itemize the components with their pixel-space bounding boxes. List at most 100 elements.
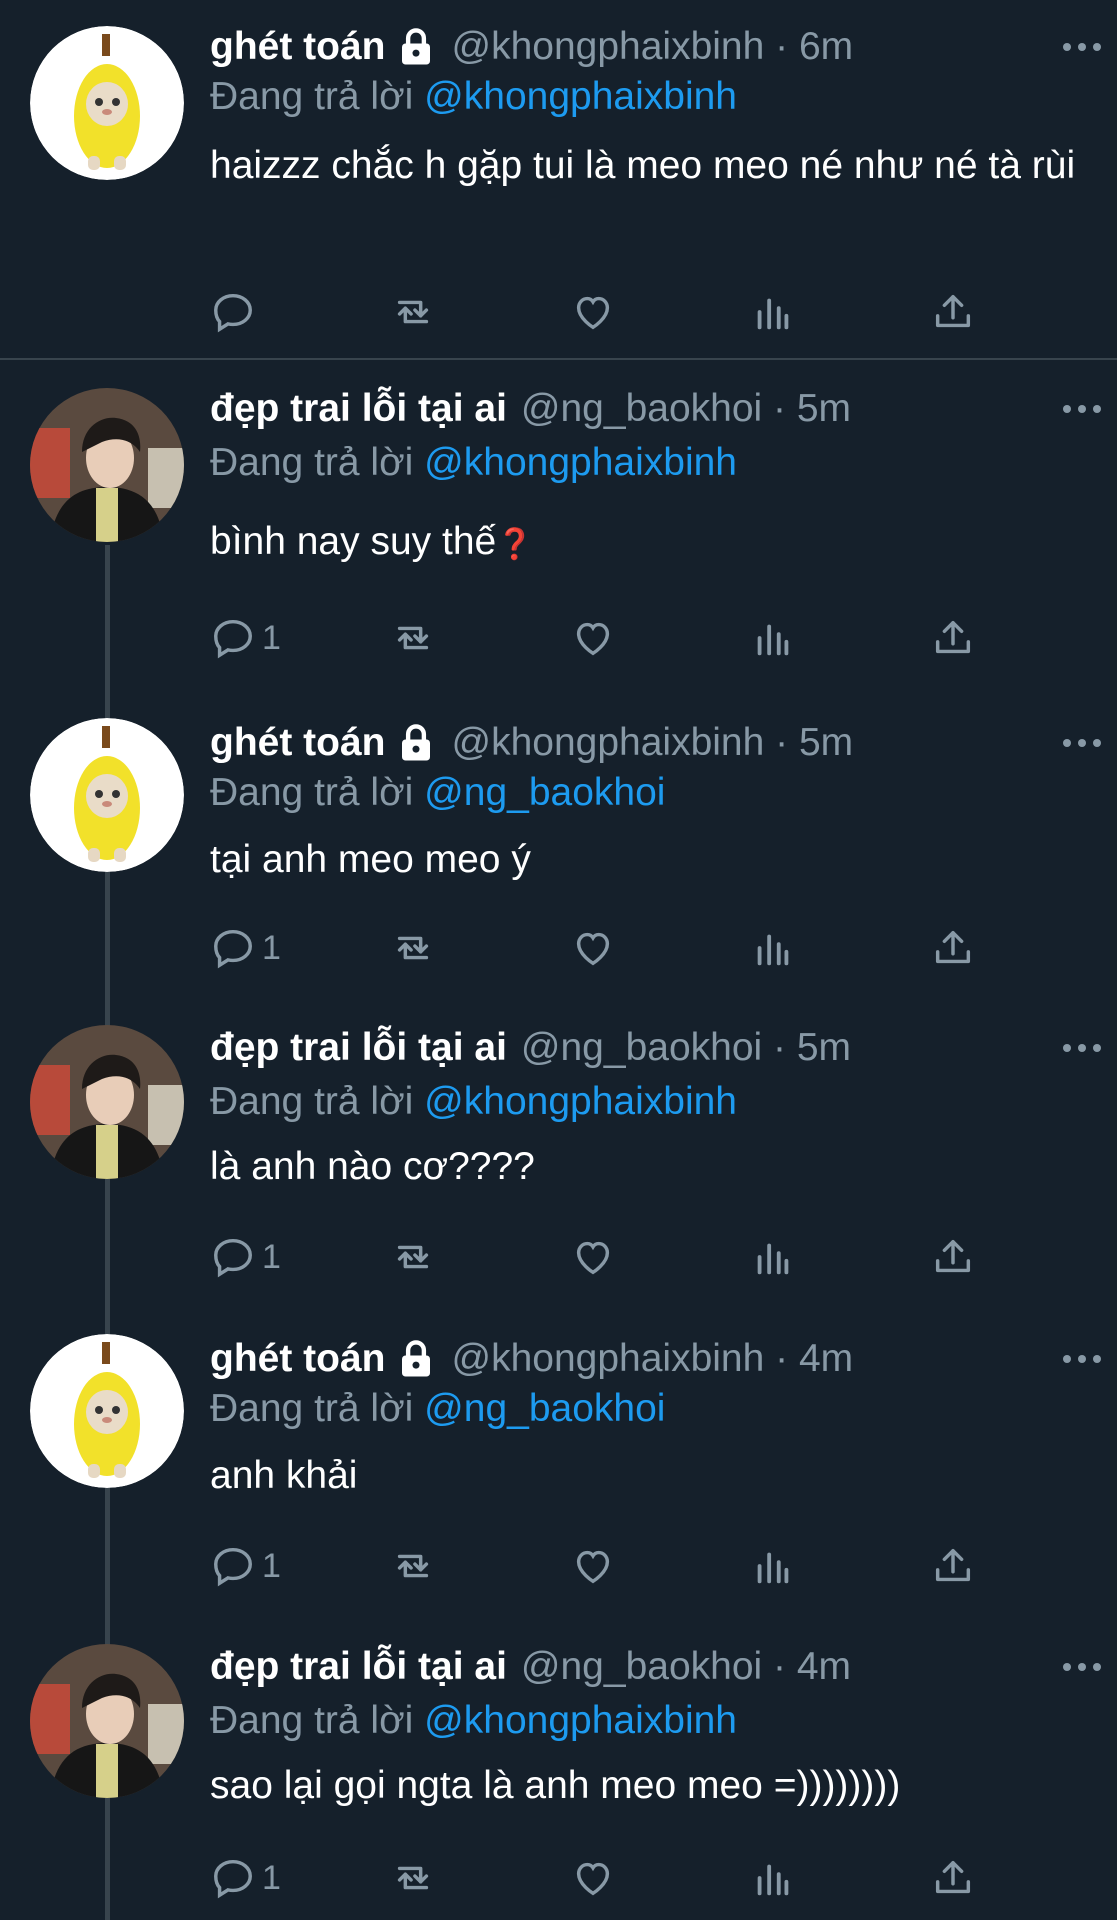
avatar[interactable] [30, 1334, 184, 1488]
like-button[interactable] [570, 1536, 616, 1596]
retweet-button[interactable] [390, 1227, 436, 1287]
retweet-icon [397, 936, 429, 960]
reply-button[interactable] [210, 282, 262, 342]
reply-icon [214, 293, 252, 333]
tweet-actions: 1 [210, 1227, 1090, 1287]
tweet-text: sao lại gọi ngta là anh meo meo =)))))))… [210, 1764, 901, 1807]
like-button[interactable] [570, 608, 616, 668]
retweet-button[interactable] [390, 1536, 436, 1596]
reply-button[interactable]: 1 [210, 1536, 281, 1596]
analytics-button[interactable] [750, 282, 796, 342]
analytics-icon [757, 298, 789, 330]
retweet-button[interactable] [390, 918, 436, 978]
share-button[interactable] [930, 918, 976, 978]
retweet-button[interactable] [390, 608, 436, 668]
analytics-icon [757, 1864, 789, 1896]
banana-cat-avatar-icon [30, 718, 184, 872]
like-button[interactable] [570, 1227, 616, 1287]
analytics-button[interactable] [750, 1227, 796, 1287]
more-options-button[interactable] [1057, 1652, 1107, 1682]
share-button[interactable] [930, 1536, 976, 1596]
tweet-text: haizzz chắc h gặp tui là meo meo né như … [210, 144, 1076, 187]
display-name[interactable]: ghét toán [210, 718, 385, 768]
more-options-button[interactable] [1057, 1033, 1107, 1063]
heart-icon [576, 296, 610, 330]
replying-to: Đang trả lời @khongphaixbinh [210, 1696, 1087, 1746]
reply-icon [214, 1547, 252, 1587]
mention-link[interactable]: @khongphaixbinh [424, 1699, 737, 1742]
replying-to-label: Đang trả lời [210, 771, 414, 814]
retweet-icon [397, 626, 429, 650]
reply-button[interactable]: 1 [210, 1227, 281, 1287]
tweet[interactable]: đẹp trai lỗi tại ai @ng_baokhoi · 5m Đan… [0, 1023, 1117, 1323]
reply-count: 1 [262, 1858, 281, 1897]
more-options-button[interactable] [1057, 32, 1107, 62]
tweet[interactable]: đẹp trai lỗi tại ai @ng_baokhoi · 5m Đan… [0, 384, 1117, 684]
more-icon [1063, 1044, 1101, 1052]
more-icon [1063, 1663, 1101, 1671]
analytics-button[interactable] [750, 1848, 796, 1908]
share-icon [935, 930, 971, 964]
avatar[interactable] [30, 718, 184, 872]
replying-to: Đang trả lời @ng_baokhoi [210, 1384, 1087, 1434]
mention-link[interactable]: @khongphaixbinh [424, 75, 737, 118]
tweet[interactable]: ghét toán @khongphaixbinh · 5m Đang trả … [0, 718, 1117, 1008]
display-name[interactable]: đẹp trai lỗi tại ai [210, 1023, 507, 1073]
heart-icon [576, 1241, 610, 1275]
reply-button[interactable]: 1 [210, 918, 281, 978]
avatar[interactable] [30, 388, 184, 542]
like-button[interactable] [570, 282, 616, 342]
reply-icon [214, 619, 252, 659]
tweet-divider [0, 358, 1117, 360]
display-name[interactable]: đẹp trai lỗi tại ai [210, 1642, 507, 1692]
replying-to-label: Đang trả lời [210, 1080, 414, 1123]
more-options-button[interactable] [1057, 1344, 1107, 1374]
like-button[interactable] [570, 1848, 616, 1908]
more-icon [1063, 1355, 1101, 1363]
reply-button[interactable]: 1 [210, 1848, 281, 1908]
display-name[interactable]: ghét toán [210, 1334, 385, 1384]
heart-icon [576, 1862, 610, 1896]
handle-and-time: @ng_baokhoi · 5m [520, 1026, 852, 1069]
mention-link[interactable]: @khongphaixbinh [424, 441, 737, 484]
more-options-button[interactable] [1057, 394, 1107, 424]
share-button[interactable] [930, 1227, 976, 1287]
avatar[interactable] [30, 1644, 184, 1798]
share-button[interactable] [930, 1848, 976, 1908]
avatar[interactable] [30, 1025, 184, 1179]
tweet-text: anh khải [210, 1454, 358, 1497]
tweet-text: bình nay suy thế [210, 520, 497, 563]
replying-to-label: Đang trả lời [210, 1387, 414, 1430]
reply-button[interactable]: 1 [210, 608, 281, 668]
mention-link[interactable]: @ng_baokhoi [424, 771, 665, 814]
more-options-button[interactable] [1057, 728, 1107, 758]
analytics-button[interactable] [750, 918, 796, 978]
retweet-button[interactable] [390, 282, 436, 342]
mention-link[interactable]: @ng_baokhoi [424, 1387, 665, 1430]
tweet[interactable]: đẹp trai lỗi tại ai @ng_baokhoi · 4m Đan… [0, 1642, 1117, 1920]
banana-cat-avatar-icon [30, 1334, 184, 1488]
reply-count: 1 [262, 618, 281, 657]
tweet-text: tại anh meo meo ý [210, 838, 531, 881]
tweet-actions: 1 [210, 918, 1090, 978]
share-button[interactable] [930, 282, 976, 342]
display-name[interactable]: đẹp trai lỗi tại ai [210, 384, 507, 434]
mention-link[interactable]: @khongphaixbinh [424, 1080, 737, 1123]
share-button[interactable] [930, 608, 976, 668]
analytics-button[interactable] [750, 608, 796, 668]
banana-cat-avatar-icon [30, 26, 184, 180]
like-button[interactable] [570, 918, 616, 978]
handle-and-time: @khongphaixbinh · 5m [451, 721, 854, 764]
display-name[interactable]: ghét toán [210, 22, 385, 72]
tweet[interactable]: ghét toán @khongphaixbinh · 4m Đang trả … [0, 1334, 1117, 1634]
analytics-button[interactable] [750, 1536, 796, 1596]
avatar[interactable] [30, 26, 184, 180]
reply-icon [214, 1238, 252, 1278]
more-icon [1063, 739, 1101, 747]
lock-icon [395, 26, 437, 68]
retweet-button[interactable] [390, 1848, 436, 1908]
heart-icon [576, 622, 610, 656]
replying-to-label: Đang trả lời [210, 1699, 414, 1742]
retweet-icon [397, 300, 429, 324]
tweet[interactable]: ghét toán @khongphaixbinh · 6m Đang trả … [0, 22, 1117, 352]
